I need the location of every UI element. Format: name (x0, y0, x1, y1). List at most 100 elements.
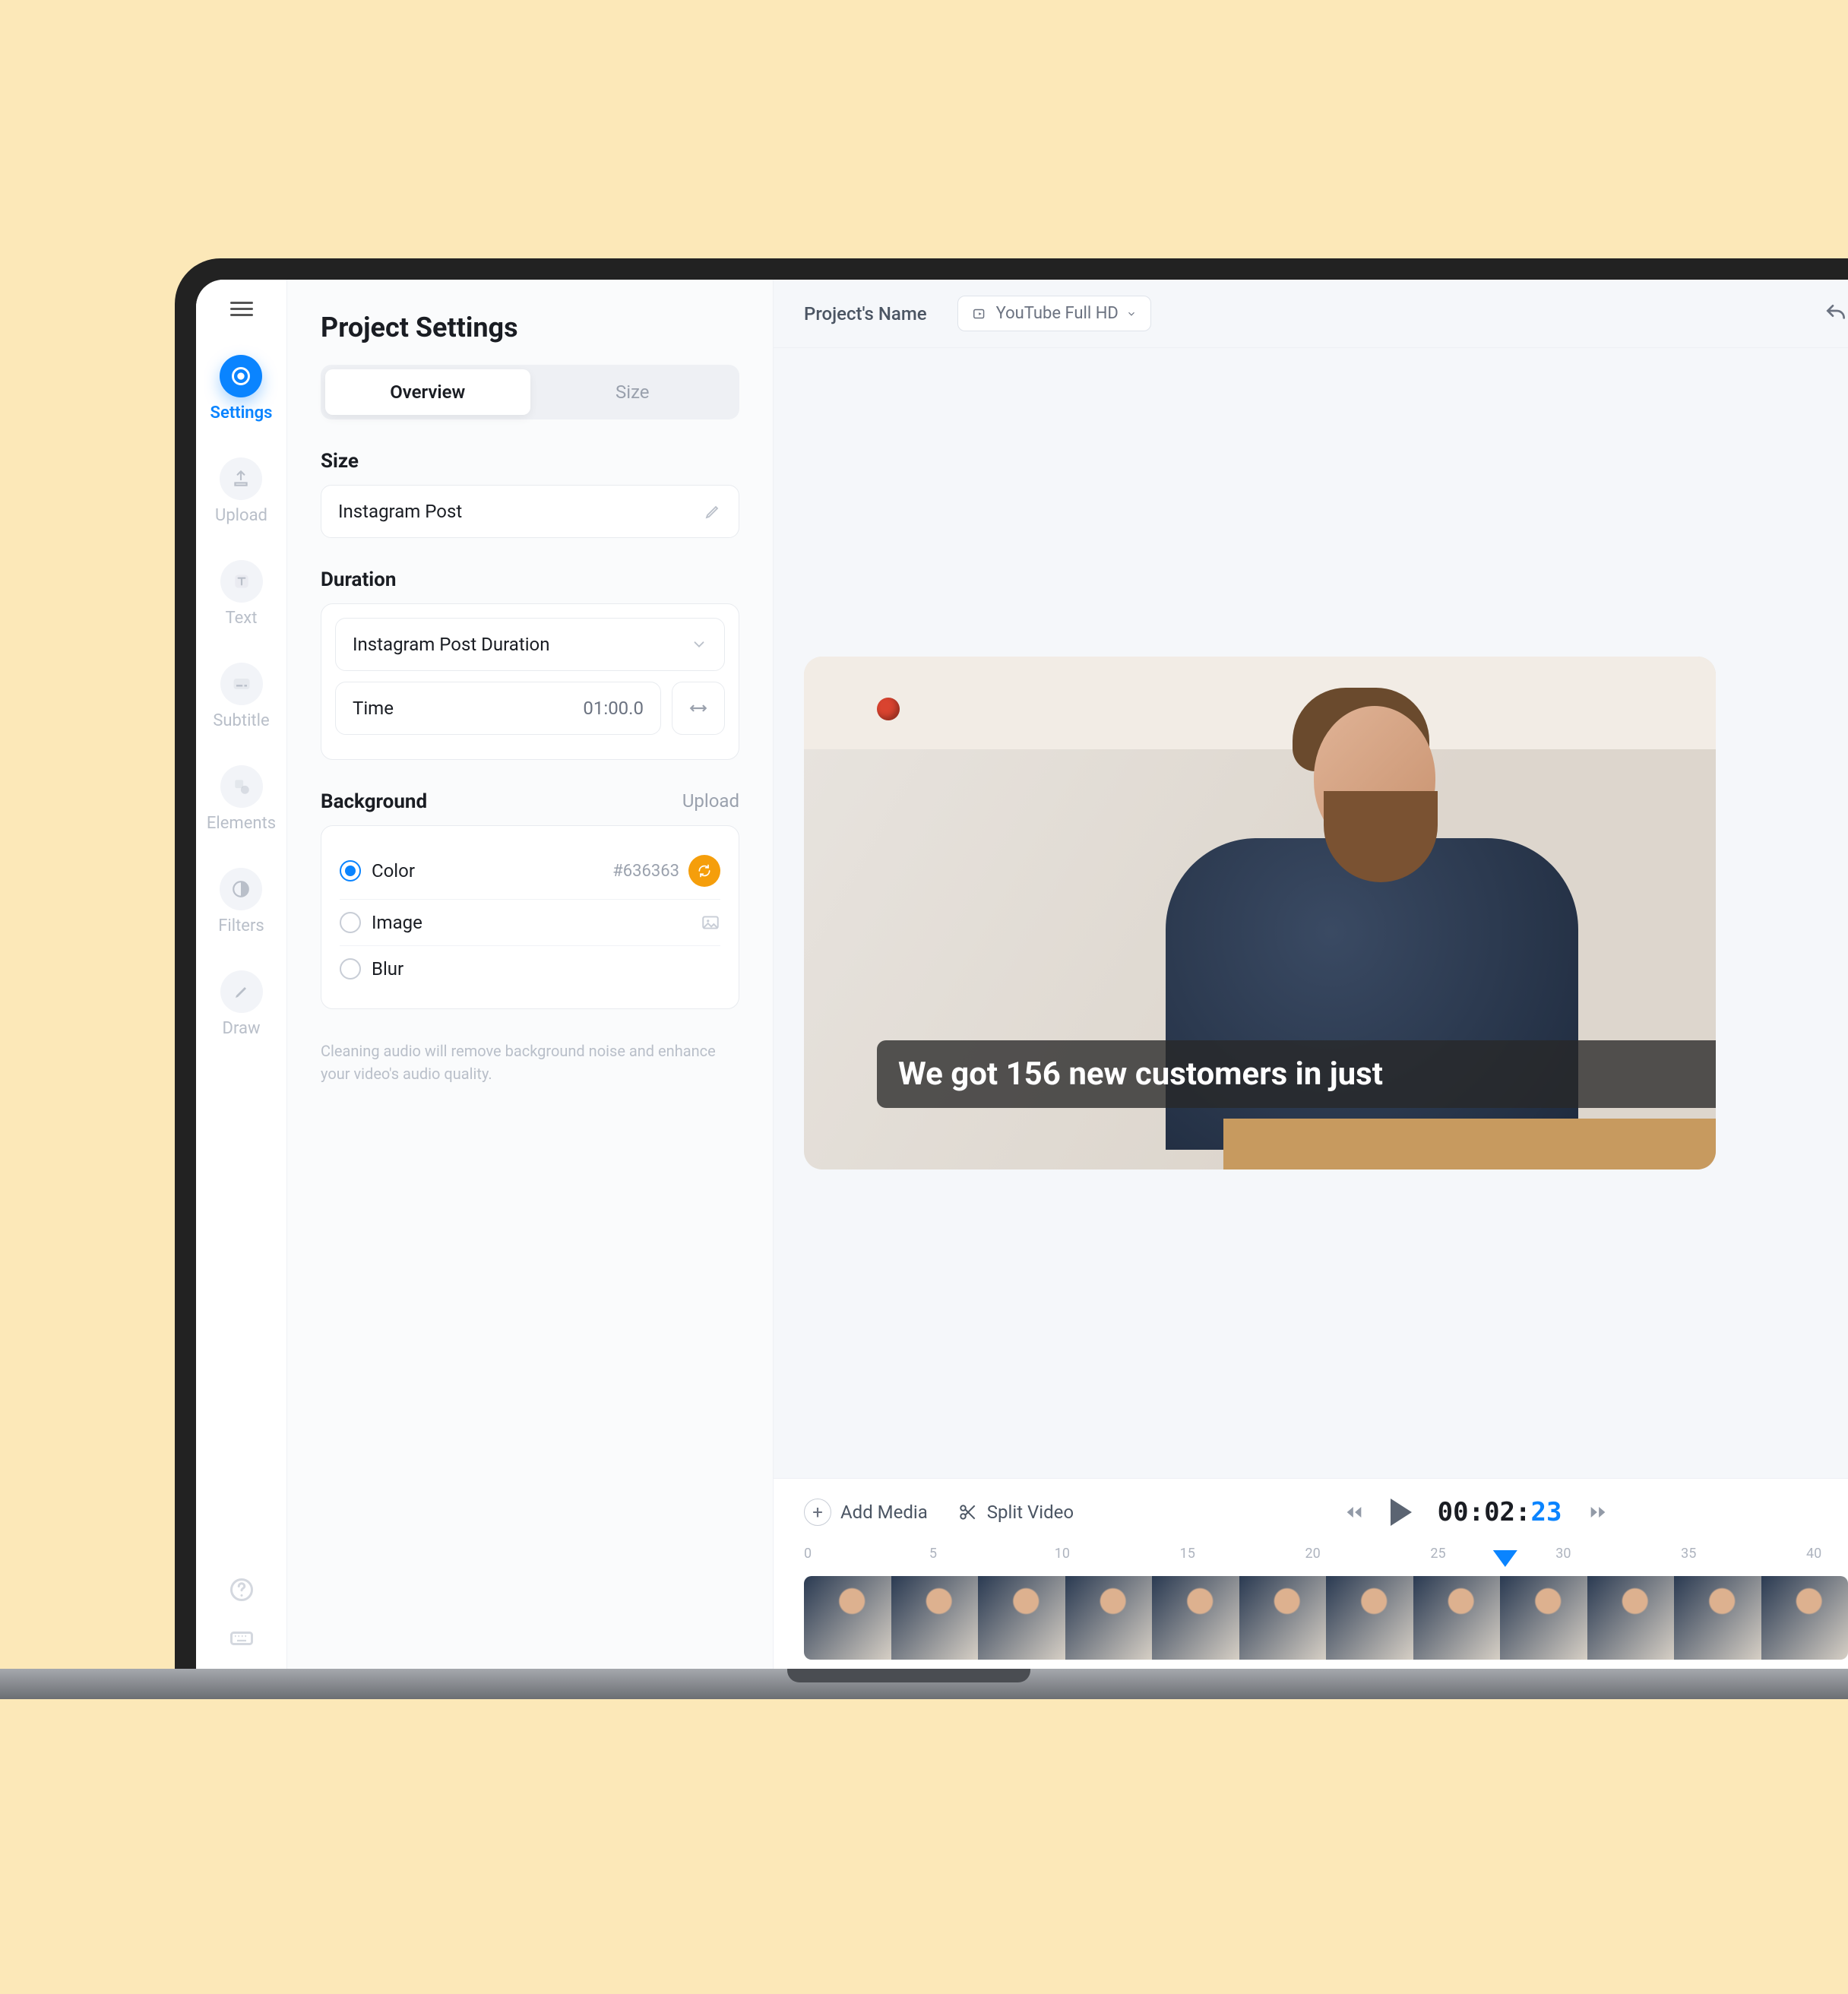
background-upload-link[interactable]: Upload (682, 790, 739, 812)
tab-overview[interactable]: Overview (325, 369, 530, 415)
scissors-icon (958, 1502, 978, 1522)
background-card: Color #636363 Image (321, 825, 739, 1009)
time-value: 01:00.0 (583, 698, 644, 719)
tick: 35 (1681, 1546, 1696, 1562)
laptop-base (0, 1669, 1848, 1699)
sidebar-item-draw[interactable]: Draw (220, 970, 263, 1038)
tick: 20 (1305, 1546, 1321, 1562)
project-name[interactable]: Project's Name (804, 303, 927, 324)
fit-width-button[interactable] (672, 682, 725, 735)
split-video-button[interactable]: Split Video (958, 1502, 1074, 1523)
plus-icon: + (804, 1499, 831, 1526)
tab-size[interactable]: Size (530, 369, 736, 415)
timeline-frame[interactable] (978, 1576, 1065, 1660)
size-value: Instagram Post (338, 501, 462, 522)
timeline-thumbnails[interactable] (804, 1576, 1848, 1660)
radio-icon (340, 860, 361, 881)
settings-tabs: Overview Size (321, 365, 739, 419)
panel-title: Project Settings (321, 312, 739, 343)
timeline-frame[interactable] (1761, 1576, 1848, 1660)
timeline-frame[interactable] (1500, 1576, 1587, 1660)
sidebar-item-label: Draw (223, 1019, 261, 1038)
upload-icon (231, 469, 251, 489)
sidebar-item-settings[interactable]: Settings (210, 355, 273, 423)
size-section-label: Size (321, 450, 739, 473)
settings-panel: Project Settings Overview Size Size Inst… (287, 280, 774, 1675)
video-icon (972, 305, 989, 322)
bg-option-blur[interactable]: Blur (340, 945, 720, 992)
sidebar-item-subtitle[interactable]: Subtitle (213, 663, 269, 730)
sidebar-item-label: Filters (218, 916, 264, 935)
main-area: Project's Name YouTube Full HD (774, 280, 1848, 1675)
sidebar-item-label: Text (226, 609, 258, 628)
timeline-frame[interactable] (1065, 1576, 1153, 1660)
duration-preset-field[interactable]: Instagram Post Duration (335, 618, 725, 671)
bg-color-hex: #636363 (612, 862, 679, 881)
sidebar: Settings Upload Text Subtitle (196, 280, 287, 1675)
timeline-frame[interactable] (1326, 1576, 1413, 1660)
timeline-frame[interactable] (1239, 1576, 1327, 1660)
forward-icon[interactable] (1587, 1502, 1609, 1523)
duration-preset-value: Instagram Post Duration (353, 634, 549, 655)
caption-overlay: We got 156 new customers in just (877, 1040, 1716, 1108)
video-preview[interactable]: We got 156 new customers in just (804, 657, 1716, 1169)
timeline-frame[interactable] (891, 1576, 979, 1660)
sidebar-item-label: Elements (207, 814, 276, 833)
sidebar-item-filters[interactable]: Filters (218, 868, 264, 935)
timeline-ruler: 0 5 10 15 20 25 30 35 40 (804, 1546, 1848, 1576)
format-label: YouTube Full HD (996, 304, 1119, 323)
controls-bar: + Add Media Split Video 00:02:23 (774, 1478, 1848, 1546)
sidebar-item-label: Subtitle (213, 711, 269, 730)
decorative-dot (877, 698, 900, 720)
play-icon[interactable] (1391, 1499, 1412, 1526)
help-icon[interactable] (228, 1576, 255, 1603)
image-icon (701, 913, 720, 932)
sidebar-item-upload[interactable]: Upload (215, 457, 267, 525)
bg-option-image[interactable]: Image (340, 899, 720, 945)
timeline-frame[interactable] (1413, 1576, 1501, 1660)
target-icon (230, 366, 252, 387)
timeline-frame[interactable] (1152, 1576, 1239, 1660)
edit-icon (704, 502, 722, 521)
format-chip[interactable]: YouTube Full HD (957, 296, 1151, 331)
menu-icon[interactable] (230, 298, 253, 320)
pencil-icon (233, 983, 251, 1001)
duration-section-label: Duration (321, 568, 739, 591)
tick: 5 (929, 1546, 937, 1562)
time-label: Time (353, 698, 394, 719)
sidebar-item-elements[interactable]: Elements (207, 765, 276, 833)
tick: 0 (804, 1546, 812, 1562)
tick: 15 (1180, 1546, 1195, 1562)
tick: 25 (1430, 1546, 1445, 1562)
size-field[interactable]: Instagram Post (321, 485, 739, 538)
background-section-label: Background Upload (321, 790, 739, 813)
color-swatch[interactable] (688, 855, 720, 887)
sidebar-item-text[interactable]: Text (220, 560, 263, 628)
tick: 40 (1806, 1546, 1821, 1562)
shapes-icon (232, 777, 252, 796)
arrows-horizontal-icon (688, 698, 708, 718)
duration-card: Instagram Post Duration Time 01:00.0 (321, 603, 739, 760)
keyboard-icon[interactable] (228, 1625, 255, 1652)
tick: 10 (1055, 1546, 1070, 1562)
chevron-down-icon (1126, 309, 1137, 319)
bg-option-color[interactable]: Color #636363 (340, 843, 720, 899)
sidebar-item-label: Upload (215, 506, 267, 525)
timeline-frame[interactable] (1674, 1576, 1761, 1660)
radio-icon (340, 958, 361, 980)
timeline[interactable]: 0 5 10 15 20 25 30 35 40 (774, 1546, 1848, 1675)
undo-icon[interactable] (1824, 302, 1848, 326)
add-media-button[interactable]: + Add Media (804, 1499, 928, 1526)
text-icon (232, 571, 252, 591)
rewind-icon[interactable] (1343, 1502, 1365, 1523)
contrast-icon (231, 879, 251, 899)
timeline-frame[interactable] (1587, 1576, 1675, 1660)
time-field[interactable]: Time 01:00.0 (335, 682, 661, 735)
chevron-down-icon (691, 636, 707, 653)
playhead[interactable] (1493, 1550, 1517, 1567)
timeline-frame[interactable] (804, 1576, 891, 1660)
radio-icon (340, 912, 361, 933)
timecode: 00:02:23 (1438, 1497, 1562, 1527)
tick: 30 (1555, 1546, 1571, 1562)
panel-footnote: Cleaning audio will remove background no… (321, 1040, 739, 1085)
